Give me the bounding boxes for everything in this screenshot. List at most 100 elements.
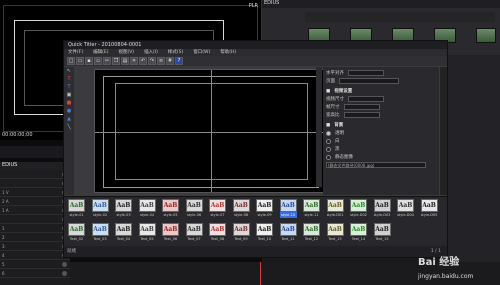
track-row[interactable]: 1 A <box>0 206 70 215</box>
style-preset[interactable]: AaB style-D05 <box>420 199 438 219</box>
style-preset[interactable]: AaB style-10 <box>279 199 297 219</box>
style-preset[interactable]: AaB style-D02 <box>350 199 367 219</box>
video-section-icon: ■ <box>326 88 331 94</box>
size-dropdown[interactable] <box>348 96 384 102</box>
style-preset[interactable]: AaB Text_04 <box>115 223 132 243</box>
style-preset[interactable]: AaB Text_14 <box>350 223 367 243</box>
redo-icon[interactable]: ↷ <box>148 57 156 65</box>
ratio-dropdown[interactable] <box>343 112 380 118</box>
track-row[interactable] <box>0 170 70 179</box>
image-icon[interactable]: ▣ <box>65 92 73 99</box>
prop-dropdown[interactable] <box>348 70 384 76</box>
select-icon[interactable]: ↖ <box>65 68 73 75</box>
save-icon[interactable]: ▪ <box>85 57 93 65</box>
paste-icon[interactable]: ▤ <box>121 57 129 65</box>
text-icon[interactable]: T <box>65 76 73 83</box>
canvas-scrollbar[interactable] <box>316 67 322 187</box>
track-row[interactable]: 2 <box>0 233 70 242</box>
bg-radio-image[interactable] <box>326 154 331 160</box>
style-preset[interactable]: AaB Text_06 <box>162 223 179 243</box>
style-preset[interactable]: AaB Text_09 <box>232 223 250 243</box>
style-preset[interactable]: AaB Text_07 <box>185 223 203 243</box>
align-icon[interactable]: ≡ <box>157 57 165 65</box>
saveas-icon[interactable]: ▫ <box>94 57 102 65</box>
new-icon[interactable]: □ <box>67 57 75 65</box>
grid-icon[interactable]: # <box>166 57 174 65</box>
style-preset[interactable]: AaB style-D01 <box>326 199 344 219</box>
style-preview: AaB <box>397 199 414 212</box>
track-row[interactable]: 6 <box>0 269 70 278</box>
help-icon[interactable]: ? <box>175 57 183 65</box>
undo-icon[interactable]: ↶ <box>139 57 147 65</box>
bin-toolbar[interactable] <box>305 12 495 22</box>
menu-style[interactable]: 样式(S) <box>168 49 183 56</box>
style-label: style-03 <box>116 213 131 217</box>
style-preset[interactable]: AaB style-07 <box>209 199 226 219</box>
delete-icon[interactable]: ✕ <box>130 57 138 65</box>
track-row[interactable]: 1 V <box>0 188 70 197</box>
bg-radio-black[interactable] <box>326 146 331 152</box>
line-icon[interactable]: ╲ <box>65 124 73 131</box>
timeline-area[interactable] <box>445 55 500 285</box>
style-preview: AaB <box>115 199 132 212</box>
properties-scrollbar[interactable] <box>440 67 447 195</box>
style-preset[interactable]: AaB Text_15 <box>373 223 391 243</box>
track-headers[interactable]: 1 V 2 A 1 A 1 2 3 4 5 6 <box>0 170 70 285</box>
style-preset[interactable]: AaB style-08 <box>232 199 250 219</box>
style-preview: AaB <box>91 223 109 236</box>
style-preset[interactable]: AaB style-03 <box>115 199 132 219</box>
track-row[interactable]: 5 <box>0 260 70 269</box>
menu-edit[interactable]: 编辑(E) <box>93 49 108 56</box>
prop-page-field[interactable] <box>339 78 399 84</box>
open-icon[interactable]: ▭ <box>76 57 84 65</box>
track-row[interactable]: 4 <box>0 251 70 260</box>
style-label: style-D01 <box>326 213 344 217</box>
style-preset[interactable]: AaB Text_02 <box>68 223 85 243</box>
style-label: Text_06 <box>163 237 178 241</box>
style-preset[interactable]: AaB Text_03 <box>91 223 109 243</box>
style-preview: AaB <box>185 223 203 236</box>
player-controls[interactable] <box>0 146 70 158</box>
track-row[interactable]: 1 <box>0 224 70 233</box>
timeline-cursor[interactable] <box>260 262 261 285</box>
track-row[interactable]: 2 A <box>0 197 70 206</box>
style-preset[interactable]: AaB style-11 <box>303 199 320 219</box>
menu-file[interactable]: 文件(F) <box>68 49 83 56</box>
triangle-icon[interactable]: ▲ <box>65 116 73 123</box>
style-label: style-11 <box>304 213 319 217</box>
copy-icon[interactable]: ❐ <box>112 57 120 65</box>
menu-view[interactable]: 视图(V) <box>118 49 134 56</box>
vtext-icon[interactable]: T <box>65 84 73 91</box>
style-label: style-06 <box>186 213 202 217</box>
menu-help[interactable]: 帮助(H) <box>220 49 236 56</box>
style-preset[interactable]: AaB style-05 <box>162 199 179 219</box>
title-canvas[interactable] <box>94 69 326 193</box>
menu-insert[interactable]: 插入(I) <box>144 49 158 56</box>
rect-icon[interactable]: ■ <box>65 100 73 107</box>
style-preset[interactable]: AaB style-01 <box>68 199 85 219</box>
style-preview: AaB <box>185 199 203 212</box>
style-preset[interactable]: AaB style-D03 <box>373 199 391 219</box>
track-row[interactable] <box>0 215 70 224</box>
bg-radio-transparent[interactable] <box>326 130 331 136</box>
bg-radio-white[interactable] <box>326 138 331 144</box>
aspect-dropdown[interactable] <box>343 104 380 110</box>
style-preset[interactable]: AaB Text_11 <box>279 223 297 243</box>
cut-icon[interactable]: ✂ <box>103 57 111 65</box>
track-row[interactable]: 3 <box>0 242 70 251</box>
menu-window[interactable]: 窗口(W) <box>193 49 210 56</box>
style-preset[interactable]: AaB style-04 <box>138 199 156 219</box>
style-preset[interactable]: AaB Text_12 <box>303 223 320 243</box>
style-preset[interactable]: AaB Text_10 <box>256 223 273 243</box>
style-preset[interactable]: AaB style-02 <box>91 199 109 219</box>
style-preset[interactable]: AaB style-09 <box>256 199 273 219</box>
style-preset[interactable]: AaB style-D04 <box>397 199 414 219</box>
style-preset[interactable]: AaB style-06 <box>185 199 203 219</box>
style-preset[interactable]: AaB Text_05 <box>138 223 156 243</box>
track-row[interactable] <box>0 179 70 188</box>
style-preset[interactable]: AaB Text_13 <box>326 223 344 243</box>
image-path-field[interactable]: (静态文件路径(0000.jpg) <box>326 162 426 168</box>
clip-thumbnail[interactable] <box>476 28 496 43</box>
style-preset[interactable]: AaB Text_08 <box>209 223 226 243</box>
ellipse-icon[interactable]: ● <box>65 108 73 115</box>
